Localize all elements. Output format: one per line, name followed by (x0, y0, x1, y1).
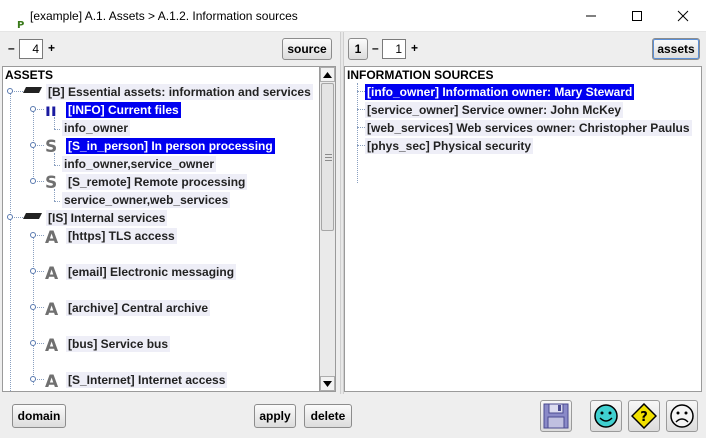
information-sources-pane: 1 – 1 + assets INFORMATION SOURCES [info… (344, 32, 706, 394)
source-item-phys-sec[interactable]: [phys_sec] Physical security (365, 138, 534, 154)
assets-tree[interactable]: ASSETS [B] Essential assets: information… (2, 66, 320, 392)
assets-toolbar: – 4 + source (0, 32, 340, 66)
window-title: [example] A.1. Assets > A.1.2. Informati… (30, 9, 298, 23)
bottom-bar: domain apply delete ? (0, 394, 706, 438)
happy-face-icon (594, 404, 618, 428)
information-icon: ıı (45, 101, 57, 121)
save-icon (543, 403, 569, 429)
save-button[interactable] (540, 400, 572, 432)
maximize-button[interactable] (614, 0, 660, 31)
tree-node-https[interactable]: [https] TLS access (66, 228, 177, 244)
information-sources-header: INFORMATION SOURCES (347, 68, 494, 82)
level-increase-button[interactable]: + (48, 41, 55, 55)
minimize-icon (586, 15, 596, 16)
tree-node-s-in-person[interactable]: [S_in_person] In person processing (66, 138, 275, 154)
source-item-service-owner[interactable]: [service_owner] Service owner: John McKe… (365, 102, 624, 118)
expand-handle-icon[interactable] (6, 87, 14, 95)
source-item-info-owner[interactable]: [info_owner] Information owner: Mary Ste… (365, 84, 635, 100)
tree-node-bus[interactable]: [bus] Service bus (66, 336, 171, 352)
assets-header: ASSETS (5, 68, 54, 82)
main-area: – 4 + source ASSETS [B] Essential assets… (0, 32, 706, 394)
tray-icon (23, 213, 42, 219)
expand-handle-icon[interactable] (6, 213, 14, 221)
level-one-button[interactable]: 1 (348, 38, 368, 60)
level-input[interactable]: 4 (19, 39, 43, 59)
level-decrease-button[interactable]: – (8, 41, 15, 55)
scroll-thumb[interactable] (321, 83, 334, 231)
expand-handle-icon[interactable] (29, 231, 37, 239)
expand-handle-icon[interactable] (29, 303, 37, 311)
happy-face-button[interactable] (590, 400, 622, 432)
tree-node-s-remote-sources: service_owner,web_services (62, 192, 231, 208)
close-button[interactable] (660, 0, 706, 31)
scroll-up-button[interactable] (320, 67, 335, 82)
expand-handle-icon[interactable] (29, 105, 37, 113)
information-sources-list[interactable]: INFORMATION SOURCES [info_owner] Informa… (344, 66, 702, 392)
service-icon: S (45, 137, 58, 157)
level-input[interactable]: 1 (382, 39, 406, 59)
help-icon: ? (631, 403, 657, 429)
scroll-down-button[interactable] (320, 376, 335, 391)
asset-icon: A (45, 336, 59, 356)
tree-node-email[interactable]: [email] Electronic messaging (66, 264, 237, 280)
expand-handle-icon[interactable] (29, 339, 37, 347)
chevron-up-icon (323, 71, 332, 78)
asset-icon: A (45, 372, 59, 392)
apply-button[interactable]: apply (254, 404, 296, 428)
minimize-button[interactable] (568, 0, 614, 31)
expand-handle-icon[interactable] (29, 141, 37, 149)
source-item-web-services[interactable]: [web_services] Web services owner: Chris… (365, 120, 692, 136)
tree-node-s-internet[interactable]: [S_Internet] Internet access (66, 372, 228, 388)
tree-node-archive[interactable]: [archive] Central archive (66, 300, 211, 316)
chevron-down-icon (323, 380, 332, 387)
tree-node-s-remote[interactable]: [S_remote] Remote processing (66, 174, 248, 190)
tray-icon (23, 87, 42, 93)
assets-scrollbar[interactable] (320, 66, 336, 392)
sad-face-button[interactable] (666, 400, 698, 432)
tree-node-s-in-person-sources: info_owner,service_owner (62, 156, 217, 172)
title-bar: P [example] A.1. Assets > A.1.2. Informa… (0, 0, 706, 32)
service-icon: S (45, 173, 58, 193)
tree-node-info-sources: info_owner (62, 120, 131, 136)
app-logo-icon: P (17, 20, 25, 31)
tree-node-b[interactable]: [B] Essential assets: information and se… (46, 84, 313, 100)
asset-icon: A (45, 264, 59, 284)
help-button[interactable]: ? (628, 400, 660, 432)
sad-face-icon (670, 404, 694, 428)
level-decrease-button[interactable]: – (372, 41, 379, 55)
expand-handle-icon[interactable] (29, 177, 37, 185)
assets-button[interactable]: assets (652, 38, 700, 60)
level-increase-button[interactable]: + (411, 41, 418, 55)
asset-icon: A (45, 300, 59, 320)
tree-node-is[interactable]: [IS] Internal services (46, 210, 168, 226)
sources-toolbar: 1 – 1 + assets (344, 32, 706, 66)
close-icon (677, 10, 689, 21)
svg-text:?: ? (640, 410, 648, 425)
expand-handle-icon[interactable] (29, 267, 37, 275)
asset-icon: A (45, 228, 59, 248)
assets-pane: – 4 + source ASSETS [B] Essential assets… (0, 32, 340, 394)
tree-node-info[interactable]: [INFO] Current files (66, 102, 181, 118)
expand-handle-icon[interactable] (29, 375, 37, 383)
source-button[interactable]: source (282, 38, 332, 60)
maximize-icon (632, 10, 642, 21)
domain-button[interactable]: domain (12, 404, 66, 428)
delete-button[interactable]: delete (304, 404, 352, 428)
